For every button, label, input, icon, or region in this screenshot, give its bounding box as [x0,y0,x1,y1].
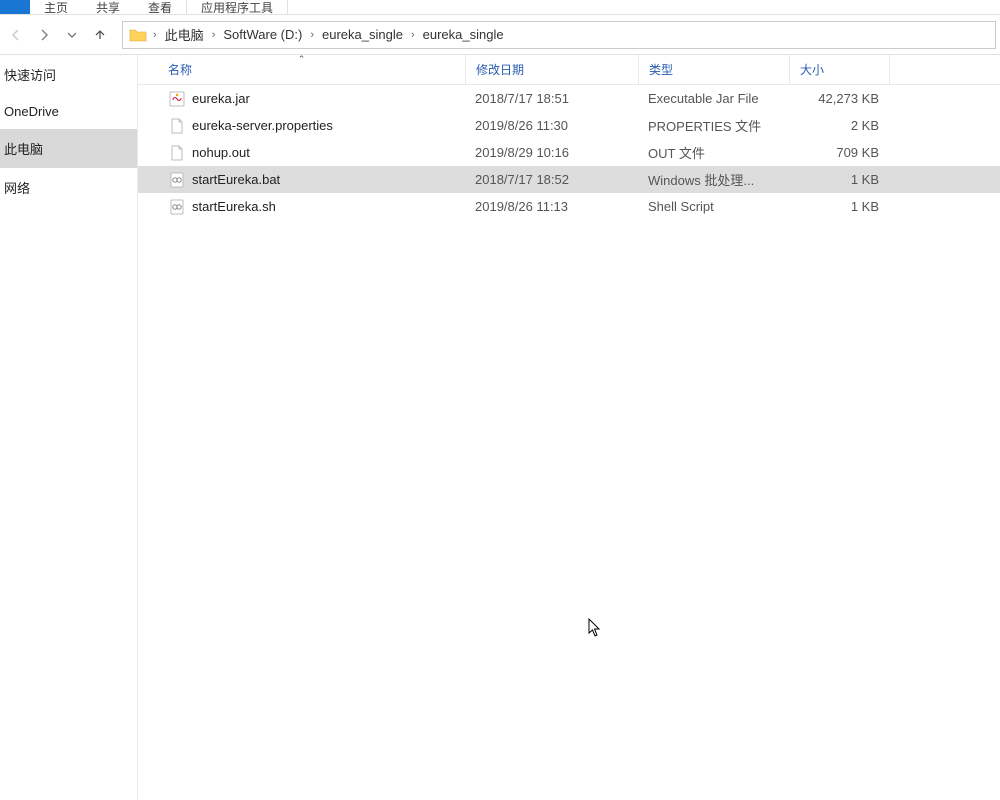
file-size-cell: 1 KB [789,199,889,214]
file-size-cell: 42,273 KB [789,91,889,106]
ribbon-tab-share[interactable]: 共享 [82,0,134,14]
file-name-label: eureka.jar [192,91,250,106]
breadcrumb-item-folder2[interactable]: eureka_single [417,22,510,48]
sh-file-icon [168,198,186,216]
file-row[interactable]: eureka-server.properties 2019/8/26 11:30P… [138,112,1000,139]
column-name[interactable]: 名称 ⌃ [138,55,465,84]
file-name-label: eureka-server.properties [192,118,333,133]
arrow-right-icon [37,28,51,42]
breadcrumb-item-pc[interactable]: 此电脑 [159,22,210,48]
sort-indicator-icon: ⌃ [298,55,306,65]
main: 快速访问OneDrive此电脑网络 名称 ⌃ 修改日期 类型 大小 eureka… [0,55,1000,800]
arrow-left-icon [9,28,23,42]
file-date-cell: 2019/8/26 11:13 [465,199,638,214]
chevron-right-icon: › [151,29,159,41]
ribbon: 主页 共享 查看 应用程序工具 [0,0,1000,15]
out-file-icon [168,144,186,162]
nav-back-button[interactable] [4,23,28,47]
column-type[interactable]: 类型 [638,55,789,84]
column-size[interactable]: 大小 [789,55,889,84]
file-type-cell: OUT 文件 [638,143,789,162]
file-type-cell: Executable Jar File [638,91,789,106]
ribbon-tab-home[interactable]: 主页 [30,0,82,14]
file-name-cell: nohup.out [138,144,465,162]
file-name-cell: eureka-server.properties [138,117,465,135]
arrow-up-icon [93,28,107,42]
file-size-cell: 709 KB [789,145,889,160]
nav-forward-button[interactable] [32,23,56,47]
chevron-down-icon [67,30,77,40]
file-date-cell: 2018/7/17 18:51 [465,91,638,106]
file-name-cell: startEureka.sh [138,198,465,216]
nav-recent-button[interactable] [60,23,84,47]
file-date-cell: 2019/8/26 11:30 [465,118,638,133]
chevron-right-icon: › [308,29,316,41]
breadcrumb-item-folder1[interactable]: eureka_single [316,22,409,48]
column-end [889,55,890,84]
chevron-right-icon: › [409,29,417,41]
nav-bar: › 此电脑 › SoftWare (D:) › eureka_single › … [0,15,1000,55]
file-row[interactable]: startEureka.bat 2018/7/17 18:52Windows 批处… [138,166,1000,193]
file-area: 名称 ⌃ 修改日期 类型 大小 eureka.jar 2018/7/17 18:5… [138,55,1000,800]
file-name-label: startEureka.bat [192,172,280,187]
columns-header: 名称 ⌃ 修改日期 类型 大小 [138,55,1000,85]
file-name-label: nohup.out [192,145,250,160]
file-date-cell: 2018/7/17 18:52 [465,172,638,187]
sidebar-item[interactable]: 网络 [0,168,137,207]
chevron-right-icon: › [210,29,218,41]
file-size-cell: 2 KB [789,118,889,133]
file-type-cell: Shell Script [638,199,789,214]
breadcrumb[interactable]: › 此电脑 › SoftWare (D:) › eureka_single › … [122,21,996,49]
props-file-icon [168,117,186,135]
sidebar-item[interactable]: OneDrive [0,94,137,129]
ribbon-tabs: 主页 共享 查看 应用程序工具 [0,0,288,14]
jar-file-icon [168,90,186,108]
ribbon-divider [287,0,288,14]
nav-up-button[interactable] [88,23,112,47]
file-size-cell: 1 KB [789,172,889,187]
column-date[interactable]: 修改日期 [465,55,638,84]
column-name-label: 名称 [168,61,192,78]
sidebar: 快速访问OneDrive此电脑网络 [0,55,138,800]
file-date-cell: 2019/8/29 10:16 [465,145,638,160]
bat-file-icon [168,171,186,189]
ribbon-tab-view[interactable]: 查看 [134,0,186,14]
file-name-cell: eureka.jar [138,90,465,108]
breadcrumb-item-drive[interactable]: SoftWare (D:) [217,22,308,48]
file-name-cell: startEureka.bat [138,171,465,189]
sidebar-item[interactable]: 此电脑 [0,129,137,168]
file-type-cell: PROPERTIES 文件 [638,116,789,135]
ribbon-file-tab[interactable] [0,0,30,14]
folder-icon [127,24,149,46]
file-row[interactable]: eureka.jar 2018/7/17 18:51Executable Jar … [138,85,1000,112]
file-list: eureka.jar 2018/7/17 18:51Executable Jar … [138,85,1000,800]
file-row[interactable]: nohup.out 2019/8/29 10:16OUT 文件709 KB [138,139,1000,166]
ribbon-tab-app-tools[interactable]: 应用程序工具 [187,0,287,14]
file-type-cell: Windows 批处理... [638,170,789,189]
file-row[interactable]: startEureka.sh 2019/8/26 11:13Shell Scrip… [138,193,1000,220]
sidebar-item[interactable]: 快速访问 [0,55,137,94]
file-name-label: startEureka.sh [192,199,276,214]
